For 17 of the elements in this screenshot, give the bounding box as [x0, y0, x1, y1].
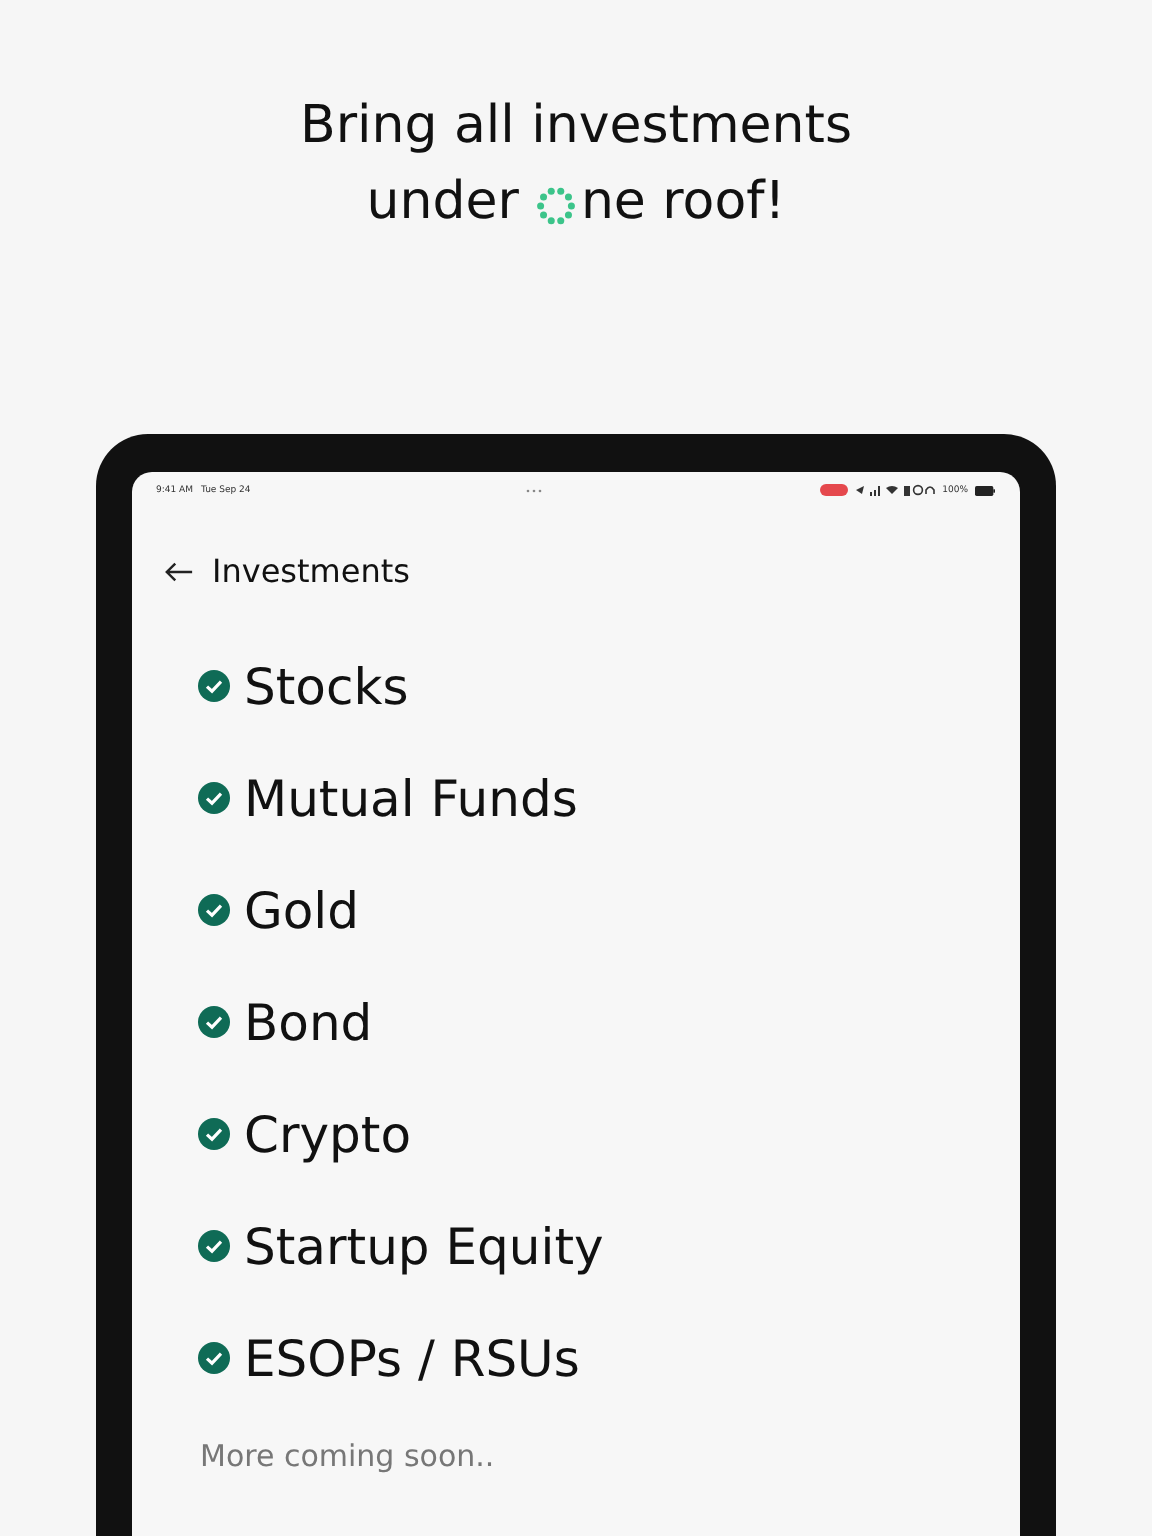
- investment-type: Startup Equity: [244, 1217, 604, 1275]
- footer-note: More coming soon..: [198, 1438, 497, 1474]
- back-arrow-icon[interactable]: [164, 559, 194, 583]
- investment-type: Crypto: [244, 1105, 411, 1163]
- headline: Bring all investments: [299, 94, 852, 160]
- investment-type: ESOPs / RSUs: [244, 1329, 580, 1387]
- headline: ne roof!: [580, 170, 786, 236]
- dotted-circle-icon: [534, 184, 579, 228]
- investment-type: Bond: [244, 993, 373, 1051]
- investment-type: Mutual Funds: [244, 769, 578, 827]
- screen-title: Investments: [212, 552, 410, 590]
- investment-type: Gold: [244, 881, 359, 939]
- status-icons-drawing: [856, 484, 937, 496]
- recording-indicator-icon: [818, 484, 851, 496]
- investment-type: Stocks: [244, 657, 409, 715]
- headline: under: [366, 170, 519, 236]
- battery-icon: [973, 485, 996, 495]
